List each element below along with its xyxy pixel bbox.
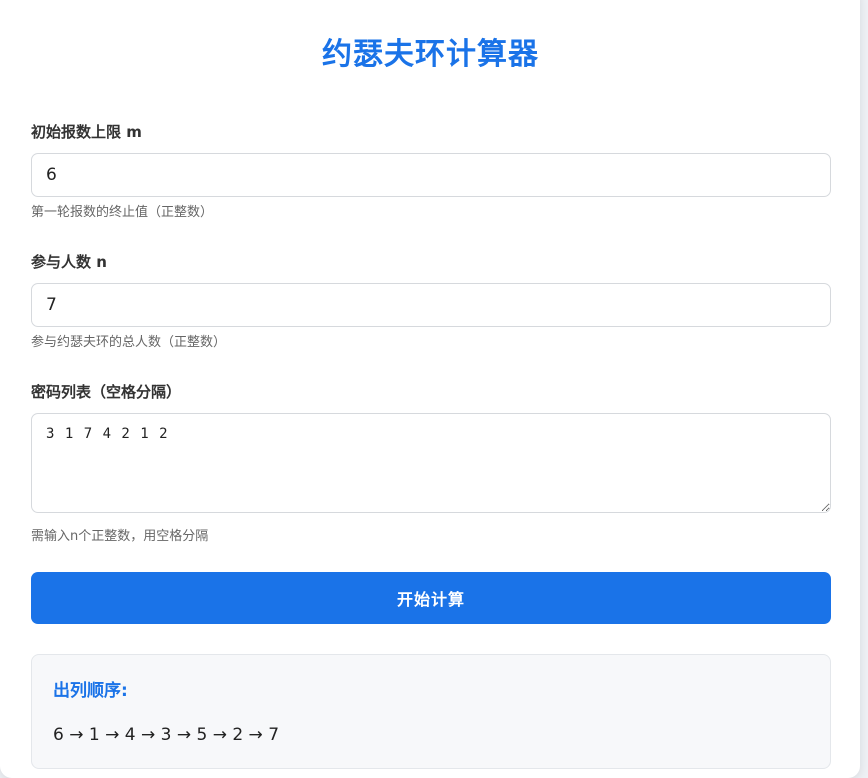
m-field-group: 初始报数上限 m 第一轮报数的终止值（正整数） <box>31 121 831 222</box>
start-calculation-button[interactable]: 开始计算 <box>31 572 831 624</box>
result-sequence: 6 → 1 → 4 → 3 → 5 → 2 → 7 <box>53 725 280 745</box>
n-field-label: 参与人数 n <box>31 253 107 271</box>
n-input[interactable] <box>31 283 831 327</box>
passwords-field-hint: 需输入n个正整数，用空格分隔 <box>31 529 209 544</box>
result-title: 出列顺序: <box>53 681 128 701</box>
m-field-label: 初始报数上限 m <box>31 123 142 141</box>
n-field-group: 参与人数 n 参与约瑟夫环的总人数（正整数） <box>31 251 831 352</box>
page-title: 约瑟夫环计算器 <box>322 37 539 72</box>
passwords-textarea[interactable]: 3 1 7 4 2 1 2 <box>31 413 831 513</box>
passwords-field-label: 密码列表（空格分隔） <box>31 383 182 401</box>
m-field-hint: 第一轮报数的终止值（正整数） <box>31 205 214 220</box>
m-input[interactable] <box>31 153 831 197</box>
passwords-field-group: 密码列表（空格分隔） 3 1 7 4 2 1 2 需输入n个正整数，用空格分隔 <box>31 381 831 546</box>
n-field-hint: 参与约瑟夫环的总人数（正整数） <box>31 335 227 350</box>
result-panel: 出列顺序: 6 → 1 → 4 → 3 → 5 → 2 → 7 <box>31 654 831 769</box>
